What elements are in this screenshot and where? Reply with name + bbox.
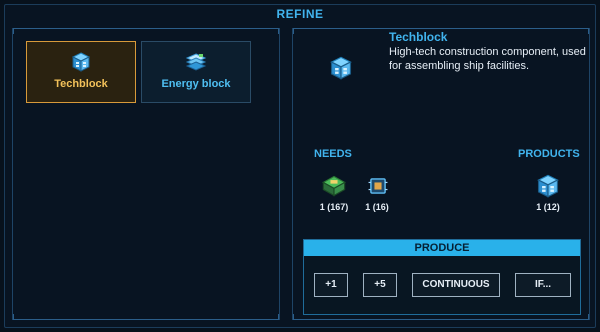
circuit-board-icon (322, 175, 346, 197)
techblock-icon (537, 174, 559, 198)
recipe-card-label: Energy block (161, 78, 231, 90)
produce-plus-five-button[interactable]: +5 (363, 273, 397, 297)
techblock-icon (71, 52, 91, 72)
chip-icon (368, 178, 388, 194)
produce-continuous-button[interactable]: CONTINUOUS (412, 273, 500, 297)
needs-count: 1 (16) (365, 202, 389, 212)
item-title: Techblock (389, 30, 448, 44)
produce-if-button[interactable]: IF... (515, 273, 571, 297)
window-title: REFINE (276, 7, 324, 21)
produce-plus-one-button[interactable]: +1 (314, 273, 348, 297)
recipe-card-label: Techblock (54, 78, 108, 90)
item-description: High-tech construction component, used f… (389, 46, 586, 72)
techblock-icon (330, 56, 352, 80)
produce-panel: PRODUCE +1 +5 CONTINUOUS IF... (303, 239, 581, 315)
produce-header: PRODUCE (304, 240, 580, 256)
needs-label: NEEDS (314, 148, 352, 160)
products-count: 1 (12) (536, 202, 560, 212)
energy-block-icon (185, 53, 207, 71)
recipe-card-energy-block[interactable]: Energy block (141, 41, 251, 103)
products-label: PRODUCTS (518, 148, 580, 160)
recipe-card-techblock[interactable]: Techblock (26, 41, 136, 103)
needs-count: 1 (167) (319, 202, 349, 212)
